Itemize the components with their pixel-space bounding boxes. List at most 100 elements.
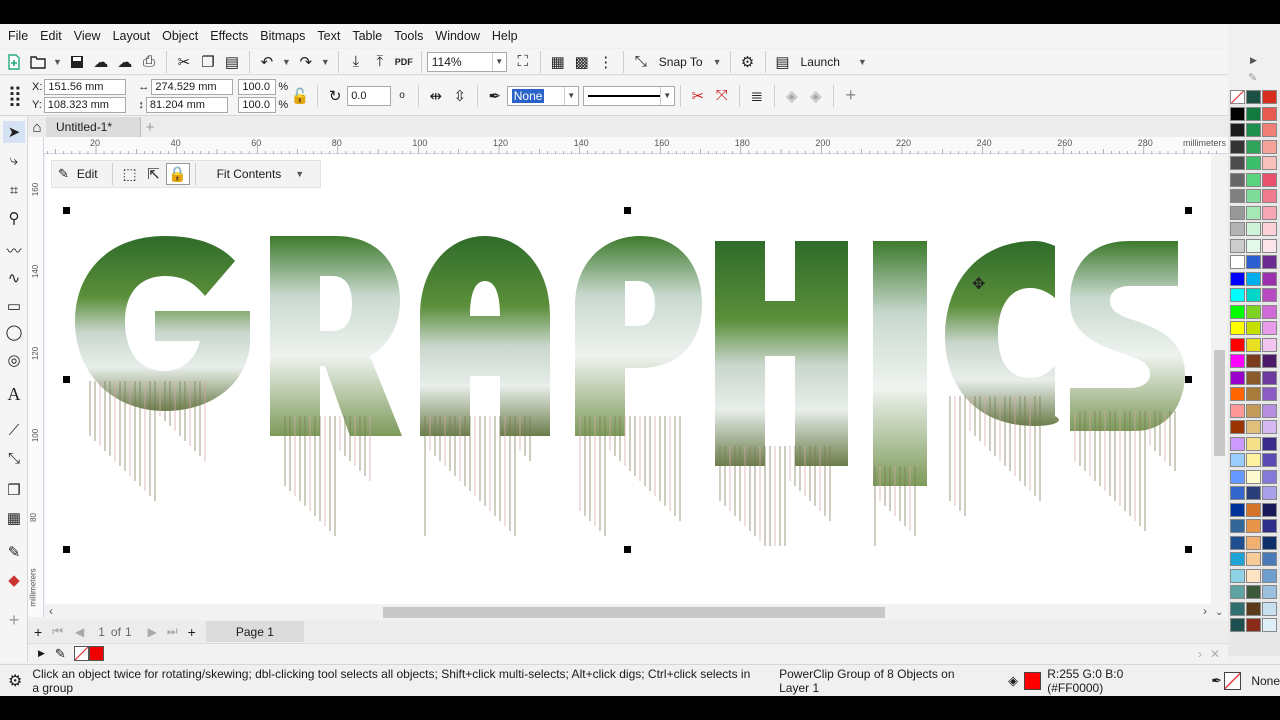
- color-swatch[interactable]: [1246, 535, 1261, 550]
- color-swatch[interactable]: [1230, 403, 1245, 418]
- selection-handle[interactable]: [63, 376, 70, 383]
- first-page-icon[interactable]: ⏮: [52, 624, 63, 639]
- redo-icon[interactable]: ↷: [294, 51, 318, 73]
- color-swatch[interactable]: [1246, 469, 1261, 484]
- expand-arrow-icon[interactable]: ▶: [38, 648, 45, 659]
- horizontal-scrollbar[interactable]: ‹ ›: [45, 604, 1211, 620]
- snap-to-button[interactable]: Snap To: [659, 55, 703, 69]
- color-swatch[interactable]: [1246, 337, 1261, 352]
- lock-ratio-icon[interactable]: 🔓: [288, 85, 312, 107]
- prev-page-icon[interactable]: ◀: [75, 625, 84, 639]
- color-swatch[interactable]: [1230, 370, 1245, 385]
- color-swatch[interactable]: [1246, 139, 1261, 154]
- color-swatch[interactable]: [1230, 123, 1245, 137]
- color-swatch[interactable]: [1230, 288, 1245, 302]
- menu-item-object[interactable]: Object: [156, 29, 204, 43]
- color-swatch[interactable]: [1230, 618, 1245, 632]
- scroll-right-icon[interactable]: ›: [1198, 647, 1202, 661]
- color-swatch[interactable]: [1246, 90, 1261, 104]
- launch-button[interactable]: Launch: [801, 55, 840, 69]
- add-tool-icon[interactable]: +: [3, 609, 25, 631]
- color-swatch[interactable]: [1246, 519, 1261, 533]
- color-swatch[interactable]: [1262, 321, 1277, 335]
- settings-gear-icon[interactable]: ⚙: [8, 671, 22, 691]
- menu-item-help[interactable]: Help: [486, 29, 524, 43]
- color-swatch[interactable]: [1230, 387, 1245, 401]
- show-guidelines-icon[interactable]: ⋮: [594, 51, 618, 73]
- new-tab-icon[interactable]: +: [141, 118, 159, 136]
- color-swatch[interactable]: [1246, 304, 1261, 319]
- color-swatch[interactable]: [1230, 271, 1245, 286]
- color-swatch[interactable]: [1230, 304, 1245, 319]
- shape-tool-icon[interactable]: ⤷: [3, 149, 25, 171]
- paste-icon[interactable]: ▤: [220, 51, 244, 73]
- lock-contents-icon[interactable]: 🔒: [165, 163, 190, 185]
- letter-a[interactable]: [420, 236, 550, 436]
- color-swatch[interactable]: [1262, 453, 1277, 467]
- eyedropper-tool-icon[interactable]: ✎: [3, 541, 25, 563]
- color-swatch[interactable]: [1230, 321, 1245, 335]
- color-swatch[interactable]: [1262, 156, 1277, 170]
- color-swatch[interactable]: [1230, 238, 1245, 253]
- color-swatch[interactable]: [1230, 337, 1245, 352]
- menu-item-bitmaps[interactable]: Bitmaps: [254, 29, 311, 43]
- color-swatch[interactable]: [1262, 90, 1277, 104]
- tab-untitled-1[interactable]: Untitled-1*: [46, 117, 142, 137]
- color-swatch[interactable]: [1230, 519, 1245, 533]
- color-swatch[interactable]: [1262, 337, 1277, 352]
- export-icon[interactable]: ⤒: [368, 51, 392, 73]
- color-swatch[interactable]: [1246, 156, 1261, 170]
- color-swatch[interactable]: [1246, 618, 1261, 632]
- selection-handle[interactable]: [1185, 546, 1192, 553]
- color-swatch[interactable]: [1262, 123, 1277, 137]
- outline-none-swatch[interactable]: [1224, 671, 1242, 690]
- vertical-scrollbar[interactable]: ⌄: [1211, 154, 1228, 620]
- color-swatch[interactable]: [1246, 205, 1261, 220]
- color-swatch[interactable]: [1230, 255, 1245, 269]
- close-icon[interactable]: ✕: [1210, 647, 1220, 661]
- color-swatch[interactable]: [1262, 618, 1277, 632]
- publish-pdf-icon[interactable]: PDF: [392, 51, 416, 73]
- current-page-number[interactable]: 1: [98, 625, 105, 639]
- drop-shadow-icon[interactable]: ❒: [3, 479, 25, 501]
- color-swatch[interactable]: [1262, 519, 1277, 533]
- color-swatch[interactable]: [1262, 469, 1277, 484]
- color-swatch[interactable]: [1230, 106, 1245, 121]
- cloud-upload-icon[interactable]: ☁: [113, 51, 137, 73]
- text-tool-icon[interactable]: A: [3, 383, 25, 405]
- color-swatch[interactable]: [1246, 222, 1261, 236]
- outline-pen-icon[interactable]: ✒: [1211, 673, 1222, 689]
- color-swatch[interactable]: [1230, 189, 1245, 203]
- combine-icon[interactable]: ⤧: [710, 85, 734, 107]
- color-swatch[interactable]: [1262, 106, 1277, 121]
- mirror-horizontal-icon[interactable]: ⇹: [424, 85, 448, 107]
- crop-tool-icon[interactable]: ⌗: [3, 179, 25, 201]
- color-swatch[interactable]: [1246, 585, 1261, 599]
- color-swatch[interactable]: [1262, 552, 1277, 566]
- snap-icon[interactable]: ⤡: [629, 51, 653, 73]
- scroll-left-icon[interactable]: ‹: [49, 604, 53, 618]
- color-swatch[interactable]: [1230, 90, 1245, 104]
- letter-p[interactable]: [575, 236, 702, 436]
- page-tab[interactable]: Page 1: [205, 621, 304, 642]
- menu-item-tools[interactable]: Tools: [388, 29, 429, 43]
- freehand-tool-icon[interactable]: 〰: [3, 239, 25, 261]
- undo-icon[interactable]: ↶: [255, 51, 279, 73]
- import-icon[interactable]: ⤓: [344, 51, 368, 73]
- cloud-download-icon[interactable]: ☁: [89, 51, 113, 73]
- color-swatch[interactable]: [1246, 321, 1261, 335]
- transparency-tool-icon[interactable]: ▦: [3, 507, 25, 529]
- color-swatch[interactable]: [1230, 486, 1245, 500]
- color-swatch[interactable]: [1230, 354, 1245, 368]
- open-folder-icon[interactable]: [26, 51, 50, 73]
- palette-eyedropper-icon[interactable]: ✎: [1248, 71, 1257, 84]
- cut-icon[interactable]: ✂: [172, 51, 196, 73]
- color-swatch[interactable]: [1230, 552, 1245, 566]
- color-swatch[interactable]: [1230, 535, 1245, 550]
- scroll-right-icon[interactable]: ›: [1203, 604, 1207, 618]
- color-swatch[interactable]: [1246, 568, 1261, 583]
- color-swatch[interactable]: [1230, 205, 1245, 220]
- color-swatch[interactable]: [1246, 420, 1261, 434]
- full-screen-icon[interactable]: ⛶: [511, 51, 535, 73]
- color-swatch[interactable]: [1246, 189, 1261, 203]
